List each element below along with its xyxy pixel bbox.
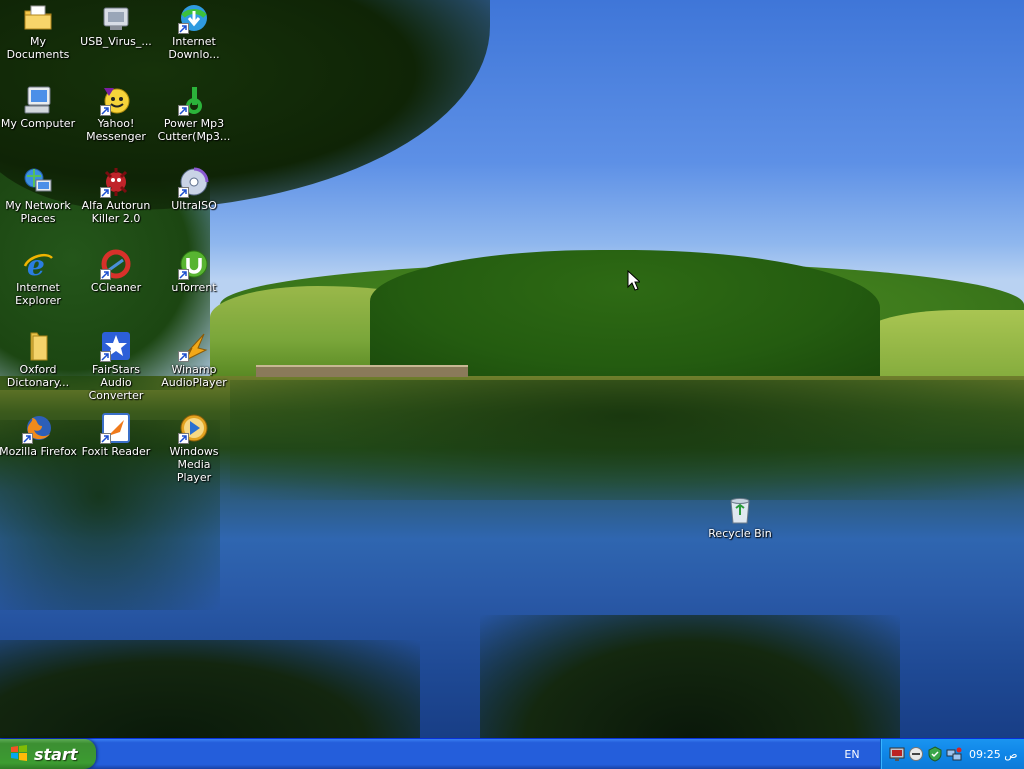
shortcut-arrow-icon xyxy=(178,105,189,116)
language-indicator[interactable]: EN xyxy=(838,739,866,769)
wallpaper-forest xyxy=(370,250,880,378)
fairstars-audio-converter-icon xyxy=(100,330,132,362)
desktop-icon-recycle-bin[interactable]: Recycle Bin xyxy=(701,494,779,540)
windows-media-player-icon xyxy=(178,412,210,444)
desktop-icon-ultraiso[interactable]: UltraISO xyxy=(155,166,233,212)
shield-icon[interactable] xyxy=(927,746,943,762)
start-label: start xyxy=(34,744,78,764)
shortcut-arrow-icon xyxy=(178,433,189,444)
mouse-cursor-icon xyxy=(627,269,642,294)
shortcut-arrow-icon xyxy=(100,269,111,280)
desktop-icon-winamp[interactable]: Winamp AudioPlayer xyxy=(155,330,233,389)
desktop-icon-utorrent[interactable]: uTorrent xyxy=(155,248,233,294)
internet-explorer-icon: e xyxy=(22,248,54,280)
windows-logo-icon xyxy=(10,744,28,765)
taskbar: start EN 09:25 ص xyxy=(0,738,1024,769)
system-tray: 09:25 ص xyxy=(880,739,1024,769)
shortcut-arrow-icon xyxy=(178,269,189,280)
foxit-reader-icon xyxy=(100,412,132,444)
wallpaper-grass-right xyxy=(480,615,900,738)
winamp-icon xyxy=(178,330,210,362)
ccleaner-icon xyxy=(100,248,132,280)
usb-virus-scan-icon xyxy=(100,2,132,34)
monitor-icon[interactable] xyxy=(889,746,905,762)
desktop-icon-oxford-dictionary[interactable]: Oxford Dictonary... xyxy=(0,330,77,389)
shortcut-arrow-icon xyxy=(22,433,33,444)
shortcut-arrow-icon xyxy=(100,351,111,362)
desktop-icon-usb-virus-scan[interactable]: USB_Virus_... xyxy=(77,2,155,48)
wallpaper-reflection xyxy=(230,380,1024,500)
my-documents-icon xyxy=(22,2,54,34)
desktop-icon-ccleaner[interactable]: CCleaner xyxy=(77,248,155,294)
wallpaper-meadow-right xyxy=(860,310,1024,376)
desktop-icon-internet-download-manager[interactable]: Internet Downlo... xyxy=(155,2,233,61)
desktop-icon-power-mp3-cutter[interactable]: Power Mp3 Cutter(Mp3... xyxy=(155,84,233,143)
folder-icon xyxy=(22,330,54,362)
shortcut-arrow-icon xyxy=(100,187,111,198)
internet-download-manager-icon xyxy=(178,2,210,34)
shortcut-arrow-icon xyxy=(100,433,111,444)
shortcut-arrow-icon xyxy=(178,23,189,34)
desktop-icon-my-documents[interactable]: My Documents xyxy=(0,2,77,61)
desktop-icon-mozilla-firefox[interactable]: Mozilla Firefox xyxy=(0,412,77,458)
clock[interactable]: 09:25 ص xyxy=(969,748,1018,761)
network-icon[interactable] xyxy=(946,746,962,762)
desktop-icon-fairstars-audio-converter[interactable]: FairStars Audio Converter xyxy=(77,330,155,402)
desktop-icon-my-network-places[interactable]: My Network Places xyxy=(0,166,77,225)
my-computer-icon xyxy=(22,84,54,116)
power-mp3-cutter-icon xyxy=(178,84,210,116)
recycle-bin-icon xyxy=(724,494,756,526)
shortcut-arrow-icon xyxy=(178,187,189,198)
desktop-icon-yahoo-messenger[interactable]: Yahoo! Messenger xyxy=(77,84,155,143)
messenger-status-icon[interactable] xyxy=(908,746,924,762)
my-network-places-icon xyxy=(22,166,54,198)
wallpaper-pier xyxy=(256,365,468,377)
utorrent-icon xyxy=(178,248,210,280)
ultraiso-icon xyxy=(178,166,210,198)
desktop-icon-foxit-reader[interactable]: Foxit Reader xyxy=(77,412,155,458)
shortcut-arrow-icon xyxy=(178,351,189,362)
desktop-icon-windows-media-player[interactable]: Windows Media Player xyxy=(155,412,233,484)
start-button[interactable]: start xyxy=(0,739,96,769)
desktop-icon-my-computer[interactable]: My Computer xyxy=(0,84,77,130)
alfa-autorun-killer-icon xyxy=(100,166,132,198)
wallpaper-grass-left xyxy=(0,640,420,738)
svg-text:e: e xyxy=(27,249,45,280)
shortcut-arrow-icon xyxy=(100,105,111,116)
firefox-icon xyxy=(22,412,54,444)
desktop-icon-internet-explorer[interactable]: e Internet Explorer xyxy=(0,248,77,307)
desktop-icon-alfa-autorun-killer[interactable]: Alfa Autorun Killer 2.0 xyxy=(77,166,155,225)
yahoo-messenger-icon xyxy=(100,84,132,116)
